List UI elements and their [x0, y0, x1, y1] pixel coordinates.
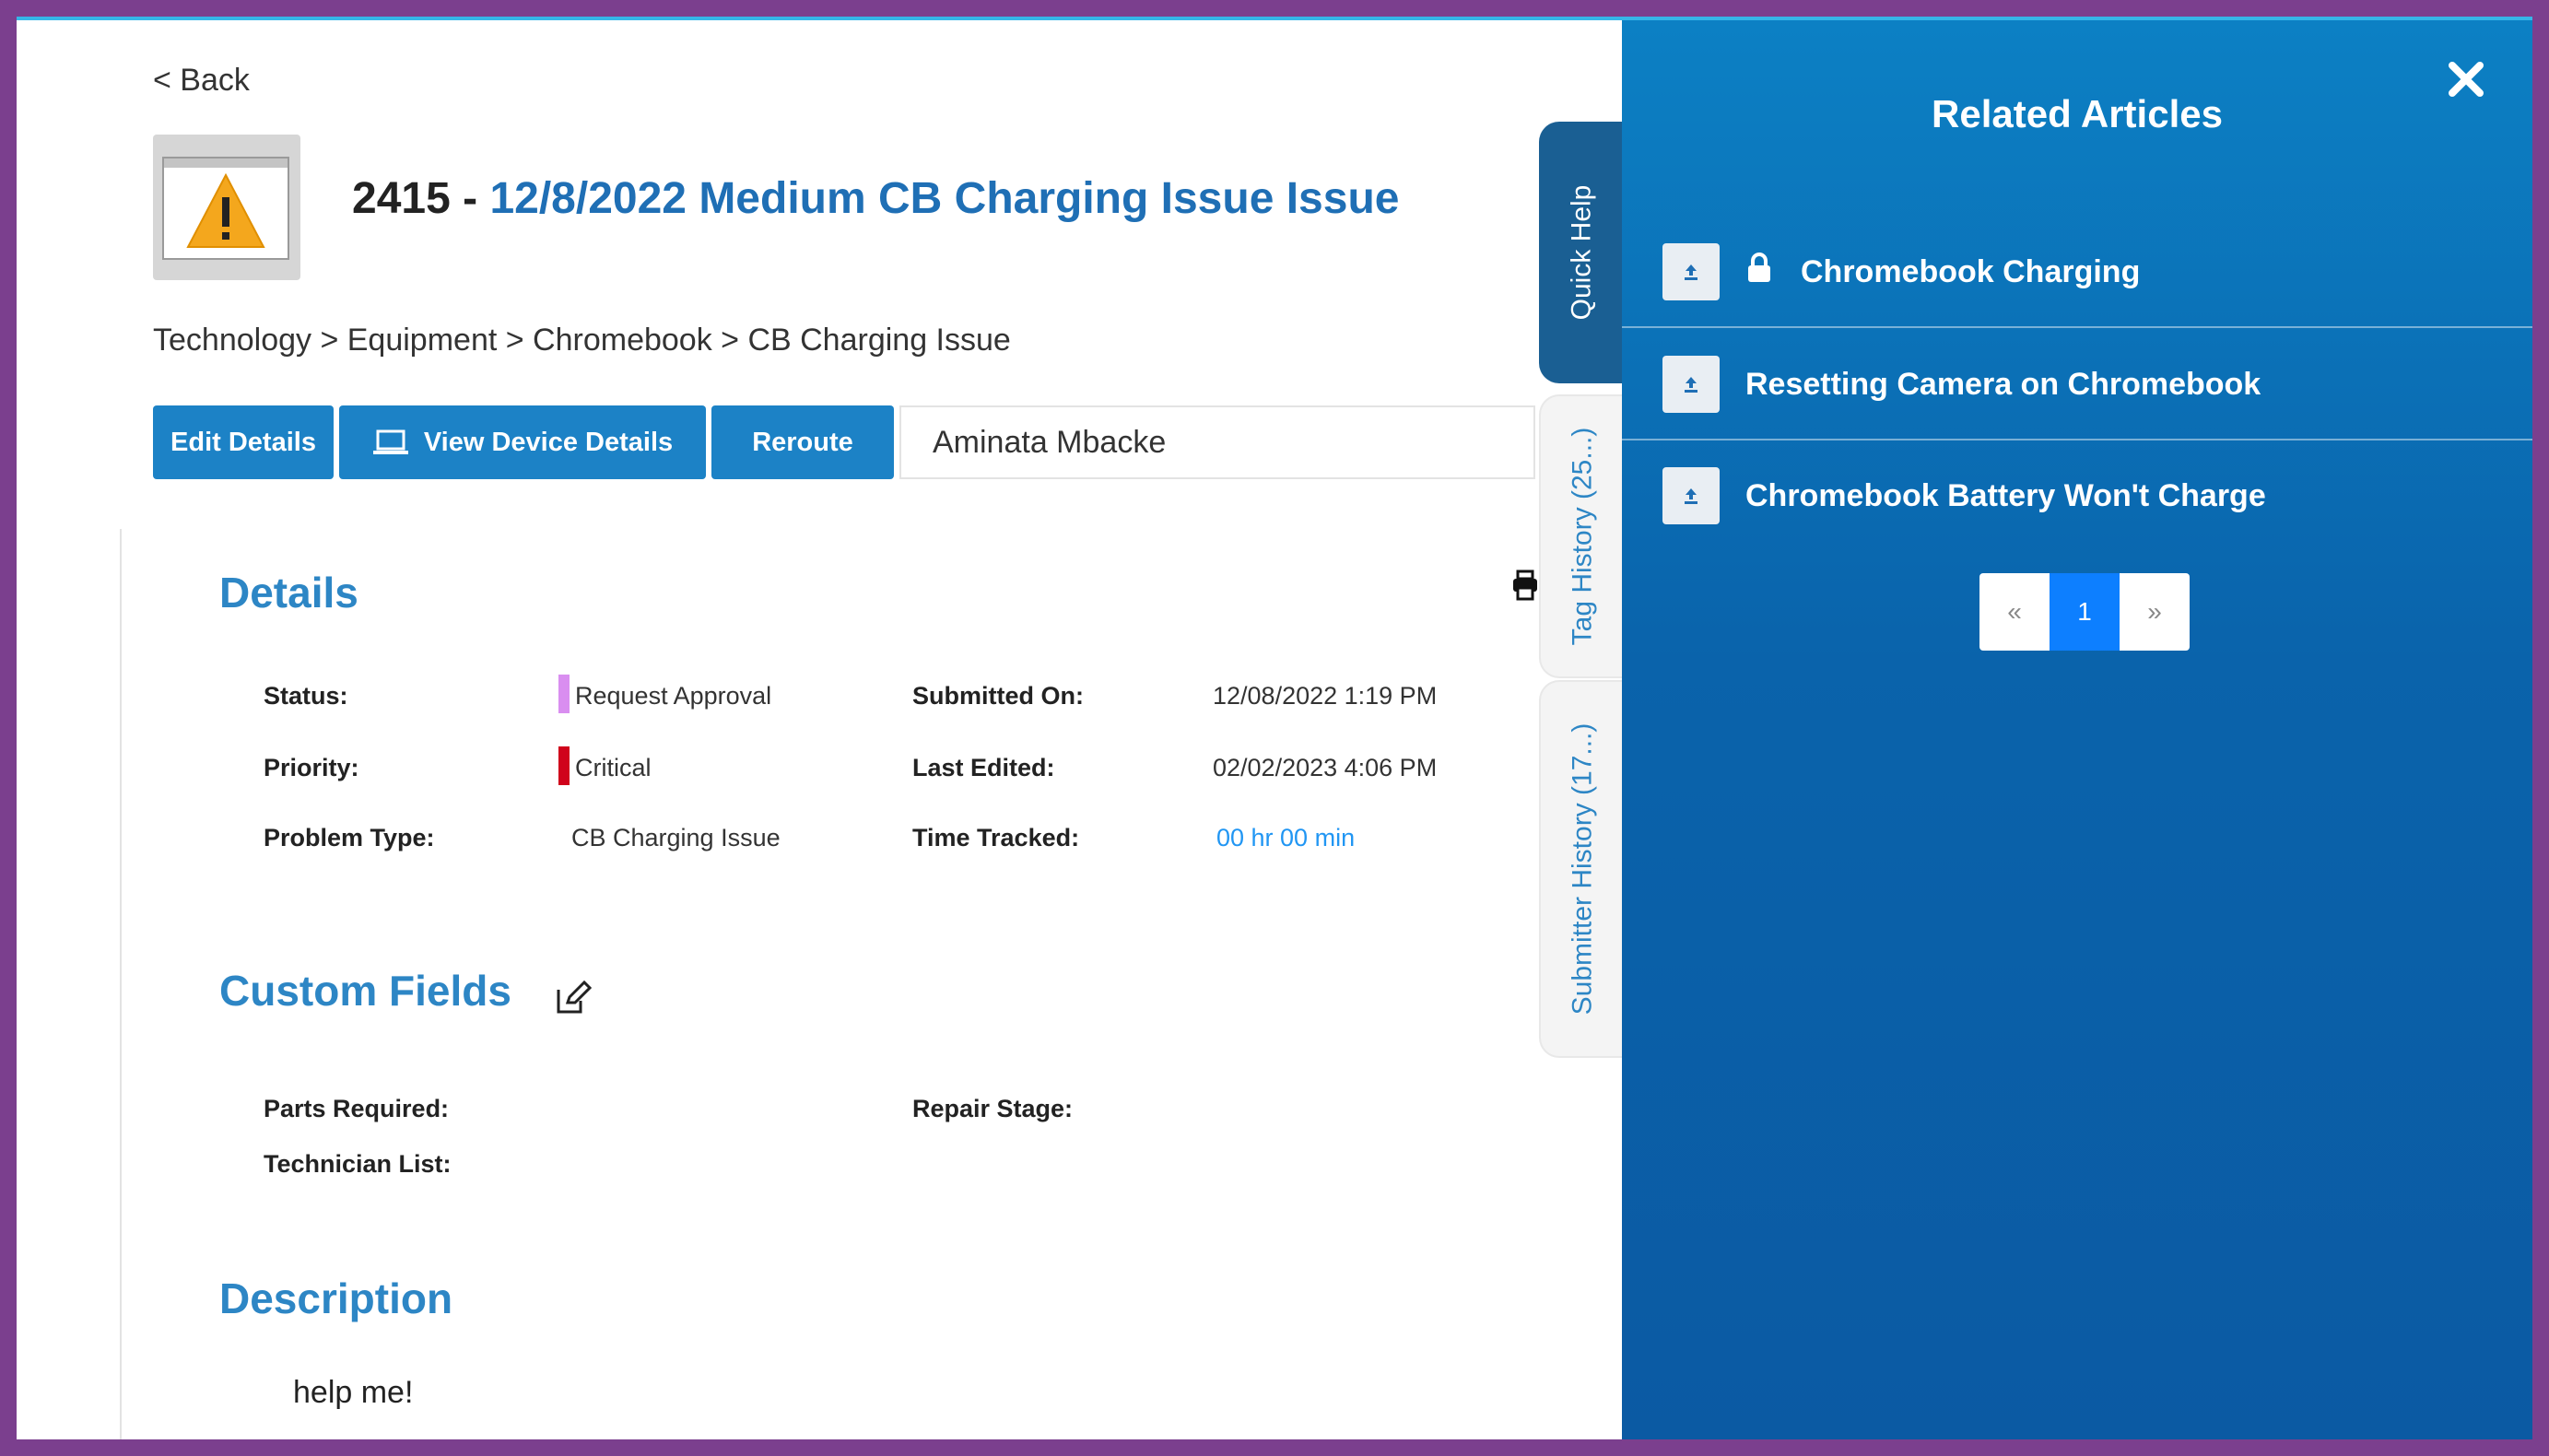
back-link[interactable]: < Back — [153, 63, 250, 99]
last-edited-label: Last Edited: — [912, 754, 1055, 781]
ticket-thumbnail — [153, 135, 300, 280]
edit-details-button[interactable]: Edit Details — [153, 405, 334, 479]
laptop-icon — [372, 429, 408, 454]
breadcrumb: Technology > Equipment > Chromebook > CB… — [153, 323, 1011, 358]
ticket-number: 2415 - — [352, 174, 490, 223]
article-item[interactable]: Chromebook Charging — [1622, 217, 2532, 328]
tab-submitter-history[interactable]: Submitter History (17...) — [1539, 680, 1624, 1058]
warning-icon — [162, 157, 289, 260]
priority-color-marker — [558, 746, 570, 785]
panel-title: Related Articles — [1932, 92, 2223, 135]
submitted-on-value: 12/08/2022 1:19 PM — [1213, 682, 1438, 710]
pagination: « 1 » — [1979, 573, 2190, 651]
app-frame: < Back 2415 - 12/8/2022 Medium CB Chargi… — [17, 17, 2532, 1439]
pager-current[interactable]: 1 — [2050, 573, 2120, 651]
reroute-button[interactable]: Reroute — [711, 405, 894, 479]
article-item[interactable]: Chromebook Battery Won't Charge — [1622, 440, 2532, 551]
status-label: Status: — [264, 682, 348, 710]
print-icon[interactable] — [1511, 569, 1539, 605]
tab-tag-history-label: Tag History (25...) — [1567, 427, 1598, 646]
status-value: Request Approval — [575, 682, 772, 710]
lock-icon — [1745, 252, 1773, 292]
problem-type-value: CB Charging Issue — [571, 824, 781, 851]
edit-icon[interactable] — [555, 980, 593, 1020]
edit-details-label: Edit Details — [170, 427, 316, 457]
view-device-details-label: View Device Details — [423, 427, 674, 457]
upload-icon — [1662, 356, 1720, 413]
upload-icon — [1662, 467, 1720, 524]
time-tracked-value[interactable]: 00 hr 00 min — [1216, 824, 1355, 852]
article-item[interactable]: Resetting Camera on Chromebook — [1622, 330, 2532, 440]
action-bar: Edit Details View Device Details Reroute… — [153, 405, 1535, 479]
description-text: help me! — [293, 1375, 414, 1410]
ticket-title: 2415 - 12/8/2022 Medium CB Charging Issu… — [352, 173, 1399, 224]
problem-type-label: Problem Type: — [264, 824, 435, 851]
last-edited-value: 02/02/2023 4:06 PM — [1213, 754, 1438, 781]
upload-icon — [1662, 243, 1720, 300]
assignee-field[interactable]: Aminata Mbacke — [899, 405, 1535, 479]
custom-fields-heading: Custom Fields — [219, 967, 511, 1015]
technician-list-label: Technician List: — [264, 1150, 452, 1178]
description-heading: Description — [219, 1274, 453, 1322]
priority-value: Critical — [575, 754, 652, 781]
related-articles-panel: Related Articles Chromebook Charging Res… — [1622, 20, 2532, 1439]
assignee-value: Aminata Mbacke — [933, 424, 1167, 460]
submitted-on-label: Submitted On: — [912, 682, 1084, 710]
ticket-title-link[interactable]: 12/8/2022 Medium CB Charging Issue Issue — [489, 174, 1399, 223]
parts-required-label: Parts Required: — [264, 1095, 450, 1122]
repair-stage-label: Repair Stage: — [912, 1095, 1074, 1122]
tab-tag-history[interactable]: Tag History (25...) — [1539, 394, 1624, 678]
tab-submitter-history-label: Submitter History (17...) — [1567, 722, 1597, 1016]
close-icon[interactable] — [2448, 61, 2484, 102]
article-label: Chromebook Charging — [1801, 253, 2141, 289]
details-heading: Details — [219, 569, 358, 616]
view-device-details-button[interactable]: View Device Details — [339, 405, 706, 479]
pager-next[interactable]: » — [2120, 573, 2190, 651]
article-label: Resetting Camera on Chromebook — [1745, 366, 2261, 402]
pager-prev[interactable]: « — [1979, 573, 2050, 651]
reroute-label: Reroute — [752, 427, 853, 457]
time-tracked-label: Time Tracked: — [912, 824, 1080, 851]
article-label: Chromebook Battery Won't Charge — [1745, 477, 2266, 513]
priority-label: Priority: — [264, 754, 359, 781]
tab-quick-help[interactable]: Quick Help — [1539, 122, 1624, 383]
status-color-marker — [558, 675, 570, 713]
tab-quick-help-label: Quick Help — [1566, 184, 1596, 321]
